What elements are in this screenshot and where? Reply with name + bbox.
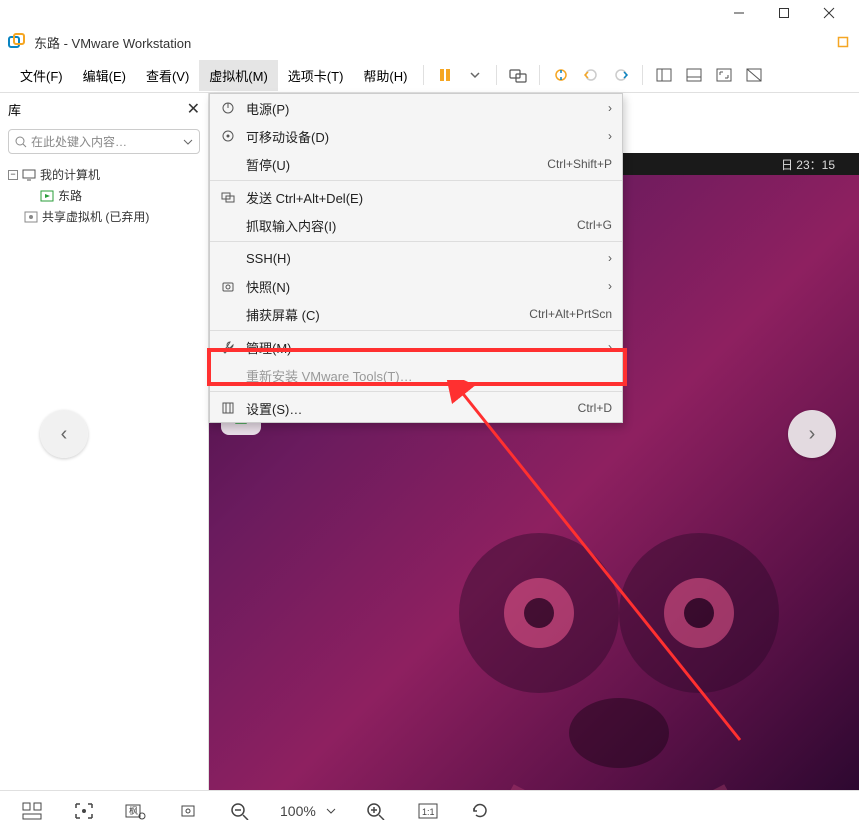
svg-text:枫: 枫 (129, 805, 138, 816)
snapshot-manage-icon[interactable] (610, 64, 632, 86)
menu-pause[interactable]: 暂停(U) Ctrl+Shift+P (210, 150, 622, 178)
menu-removable[interactable]: 可移动设备(D) › (210, 122, 622, 150)
pause-icon[interactable] (434, 64, 456, 86)
unity-icon[interactable] (743, 64, 765, 86)
nav-next-button[interactable]: › (788, 410, 836, 458)
guest-clock: 日 23：15 (781, 156, 835, 173)
app-titlebar: 东路 - VMware Workstation (0, 26, 859, 58)
thumbnail-view-icon[interactable] (20, 799, 44, 823)
ubuntu-wallpaper-art (409, 473, 829, 790)
window-title: 东路 - VMware Workstation (34, 33, 191, 52)
snapshot-revert-icon[interactable] (580, 64, 602, 86)
expander-icon[interactable]: − (8, 170, 18, 180)
crop-icon[interactable] (176, 799, 200, 823)
zoom-level[interactable]: 100% (280, 803, 316, 819)
menu-separator (210, 330, 622, 331)
menu-separator (210, 180, 622, 181)
menu-vm[interactable]: 虚拟机(M) (199, 60, 278, 91)
snapshot-icon[interactable] (550, 64, 572, 86)
wrench-icon (220, 339, 236, 355)
vmware-logo-icon (8, 33, 26, 51)
menu-capture-screen[interactable]: 捕获屏幕 (C) Ctrl+Alt+PrtScn (210, 300, 622, 328)
menu-edit[interactable]: 编辑(E) (73, 60, 136, 91)
search-placeholder: 在此处键入内容… (31, 133, 179, 150)
sidebar-header: 库 ✕ (0, 93, 208, 125)
submenu-arrow-icon: › (608, 101, 612, 115)
focus-icon[interactable] (72, 799, 96, 823)
tree-shared-vms[interactable]: 共享虚拟机 (已弃用) (8, 206, 200, 227)
tree-vm-donglu[interactable]: 东路 (8, 185, 200, 206)
menu-reinstall-vmware-tools: 重新安装 VMware Tools(T)… (210, 361, 622, 389)
tree-my-computer[interactable]: − 我的计算机 (8, 164, 200, 185)
menu-ssh[interactable]: SSH(H) › (210, 244, 622, 272)
inner-maximize-icon[interactable] (835, 34, 851, 50)
toolbar-separator (423, 65, 424, 85)
vm-running-icon (40, 190, 54, 202)
view-console-icon[interactable] (683, 64, 705, 86)
bottom-toolbar: 枫 100% 1:1 (0, 790, 859, 830)
menu-tabs[interactable]: 选项卡(T) (278, 60, 354, 91)
disc-icon (220, 128, 236, 144)
chevron-down-icon[interactable] (326, 806, 336, 816)
monitor-icon (22, 169, 36, 181)
submenu-arrow-icon: › (608, 279, 612, 293)
vm-menu-dropdown: 电源(P) › 可移动设备(D) › 暂停(U) Ctrl+Shift+P 发送… (209, 93, 623, 423)
search-icon (15, 136, 27, 148)
menu-send-cad[interactable]: 发送 Ctrl+Alt+Del(E) (210, 183, 622, 211)
menu-separator (210, 241, 622, 242)
tree-label: 东路 (58, 187, 82, 204)
fullscreen-icon[interactable] (713, 64, 735, 86)
menu-grab-input[interactable]: 抓取输入内容(I) Ctrl+G (210, 211, 622, 239)
sidebar-tree: − 我的计算机 东路 共享虚拟机 (已弃用) (0, 158, 208, 233)
sidebar-title: 库 (8, 100, 21, 119)
send-cad-icon[interactable] (507, 64, 529, 86)
actual-size-icon[interactable]: 1:1 (416, 799, 440, 823)
submenu-arrow-icon: › (608, 340, 612, 354)
zoom-in-icon[interactable] (364, 799, 388, 823)
os-maximize-button[interactable] (761, 0, 806, 26)
toolbar-separator (642, 65, 643, 85)
os-titlebar (0, 0, 859, 26)
submenu-arrow-icon: › (608, 251, 612, 265)
toolbar-separator (539, 65, 540, 85)
nav-prev-button[interactable]: ‹ (40, 410, 88, 458)
rotate-icon[interactable] (468, 799, 492, 823)
menu-separator (210, 391, 622, 392)
settings-icon (220, 400, 236, 416)
os-minimize-button[interactable] (716, 0, 761, 26)
chevron-down-icon[interactable] (183, 137, 193, 147)
send-keys-icon (220, 189, 236, 205)
menu-file[interactable]: 文件(F) (10, 60, 73, 91)
os-close-button[interactable] (806, 0, 851, 26)
zoom-out-icon[interactable] (228, 799, 252, 823)
menu-settings[interactable]: 设置(S)… Ctrl+D (210, 394, 622, 422)
ocr-icon[interactable]: 枫 (124, 799, 148, 823)
menu-view[interactable]: 查看(V) (136, 60, 199, 91)
dropdown-arrow-icon[interactable] (464, 64, 486, 86)
power-icon (220, 100, 236, 116)
menu-manage[interactable]: 管理(M) › (210, 333, 622, 361)
submenu-arrow-icon: › (608, 129, 612, 143)
menu-help[interactable]: 帮助(H) (353, 60, 417, 91)
sidebar-close-icon[interactable]: ✕ (187, 99, 200, 119)
view-single-icon[interactable] (653, 64, 675, 86)
shared-vm-icon (24, 211, 38, 223)
tree-label: 我的计算机 (40, 166, 100, 183)
menubar: 文件(F) 编辑(E) 查看(V) 虚拟机(M) 选项卡(T) 帮助(H) (0, 58, 859, 93)
search-input[interactable]: 在此处键入内容… (8, 129, 200, 154)
sidebar: 库 ✕ 在此处键入内容… − 我的计算机 东路 共享虚拟机 (已弃用) (0, 93, 209, 790)
toolbar-separator (496, 65, 497, 85)
menu-power[interactable]: 电源(P) › (210, 94, 622, 122)
tree-label: 共享虚拟机 (已弃用) (42, 208, 149, 225)
svg-text:1:1: 1:1 (422, 807, 435, 817)
camera-icon (220, 278, 236, 294)
menu-snapshot[interactable]: 快照(N) › (210, 272, 622, 300)
